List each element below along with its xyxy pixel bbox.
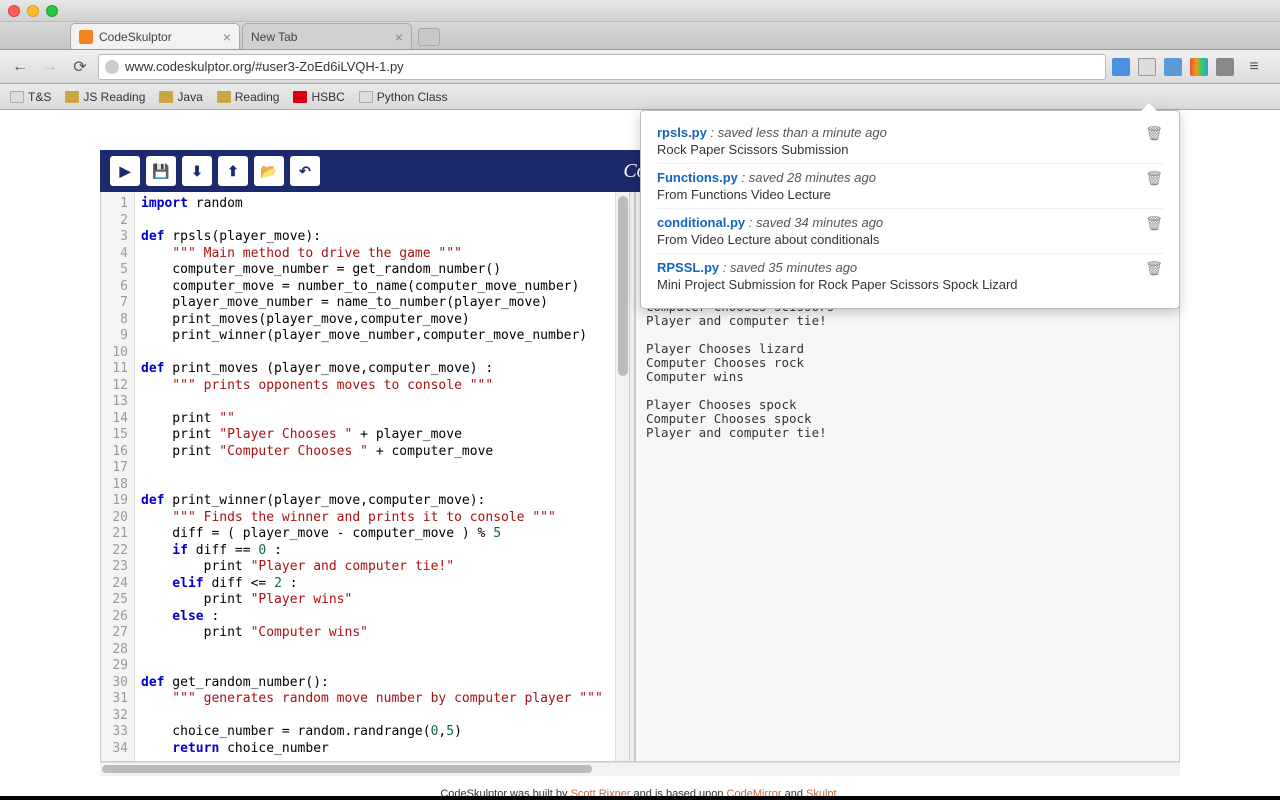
line-gutter: 1 2 3 4 5 6 7 8 9 10 11 12 13 14 15 16 1… [101,192,135,761]
folder-icon [65,91,79,103]
extension-icons: ≡ [1112,55,1272,79]
hsbc-icon [293,91,307,103]
popup-item[interactable]: RPSSL.py : saved 35 minutes ago Mini Pro… [657,254,1163,298]
mac-titlebar [0,0,1280,22]
folder-icon [217,91,231,103]
tab-title: New Tab [251,30,297,44]
bottom-bar [0,796,1280,800]
browser-tab-active[interactable]: CodeSkulptor × [70,23,240,49]
popup-file-name: conditional.py [657,215,745,230]
bookmark-label: Reading [235,90,280,104]
bookmark-item[interactable]: T&S [10,90,51,104]
scrollbar-thumb[interactable] [102,765,592,773]
favicon-icon [79,30,93,44]
popup-item[interactable]: conditional.py : saved 34 minutes ago Fr… [657,209,1163,254]
bookmark-label: Python Class [377,90,448,104]
bookmark-label: JS Reading [83,90,145,104]
run-button[interactable]: ▶ [110,156,140,186]
popup-time: : saved 34 minutes ago [745,215,883,230]
popup-item[interactable]: rpsls.py : saved less than a minute ago … [657,119,1163,164]
url-bar[interactable]: www.codeskulptor.org/#user3-ZoEd6iLVQH-1… [98,54,1106,80]
download-button[interactable]: ⬇ [182,156,212,186]
reload-button[interactable]: ⟳ [68,55,92,79]
upload-button[interactable]: ⬆ [218,156,248,186]
trash-icon[interactable]: 🗑 [1145,170,1163,187]
open-button[interactable]: 📂 [254,156,284,186]
tab-close-button[interactable]: × [395,29,403,45]
globe-icon [105,60,119,74]
browser-tab[interactable]: New Tab × [242,23,412,49]
popup-desc: From Functions Video Lecture [657,187,1163,202]
save-button[interactable]: 💾 [146,156,176,186]
wand-icon[interactable] [1216,58,1234,76]
trash-icon[interactable]: 🗑 [1145,215,1163,232]
popup-desc: From Video Lecture about conditionals [657,232,1163,247]
trash-icon[interactable]: 🗑 [1145,260,1163,277]
tab-title: CodeSkulptor [99,30,172,44]
bookmark-item[interactable]: Reading [217,90,280,104]
bookmark-label: HSBC [311,90,344,104]
bookmark-item[interactable]: JS Reading [65,90,145,104]
scrollbar-thumb[interactable] [618,196,628,376]
file-icon [10,91,24,103]
popup-desc: Rock Paper Scissors Submission [657,142,1163,157]
bookmark-item[interactable]: Python Class [359,90,448,104]
code-editor[interactable]: 1 2 3 4 5 6 7 8 9 10 11 12 13 14 15 16 1… [101,192,629,761]
window-minimize-button[interactable] [27,5,39,17]
window-close-button[interactable] [8,5,20,17]
bookmark-label: T&S [28,90,51,104]
tab-close-button[interactable]: × [223,29,231,45]
browser-tabbar: CodeSkulptor × New Tab × [0,22,1280,50]
back-button[interactable]: ← [8,55,32,79]
popup-time: : saved 35 minutes ago [719,260,857,275]
page-content: ▶ 💾 ⬇ ⬆ 📂 ↶ Cod 1 2 3 4 5 6 7 8 9 10 11 … [0,110,1280,800]
popup-file-name: RPSSL.py [657,260,719,275]
bookmark-item[interactable]: HSBC [293,90,344,104]
browser-navbar: ← → ⟳ www.codeskulptor.org/#user3-ZoEd6i… [0,50,1280,84]
forward-button[interactable]: → [38,55,62,79]
star-icon[interactable] [1138,58,1156,76]
color-extension-icon[interactable] [1190,58,1208,76]
url-text: www.codeskulptor.org/#user3-ZoEd6iLVQH-1… [125,59,404,74]
popup-item[interactable]: Functions.py : saved 28 minutes ago From… [657,164,1163,209]
bookmarks-bar: T&S JS Reading Java Reading HSBC Python … [0,84,1280,110]
popup-time: : saved less than a minute ago [707,125,887,140]
trash-icon[interactable]: 🗑 [1145,125,1163,142]
new-tab-button[interactable] [418,28,440,46]
folder-icon [159,91,173,103]
scrollbar-horizontal[interactable] [100,762,1180,776]
undo-button[interactable]: ↶ [290,156,320,186]
menu-button[interactable]: ≡ [1242,55,1266,79]
popup-file-name: Functions.py [657,170,738,185]
popup-file-name: rpsls.py [657,125,707,140]
bookmark-label: Java [177,90,202,104]
scrollbar-vertical[interactable] [615,192,629,761]
window-zoom-button[interactable] [46,5,58,17]
bookmark-item[interactable]: Java [159,90,202,104]
popup-time: : saved 28 minutes ago [738,170,876,185]
file-icon [359,91,373,103]
code-area[interactable]: import random def rpsls(player_move): ""… [135,192,629,761]
clock-icon[interactable] [1164,58,1182,76]
popup-desc: Mini Project Submission for Rock Paper S… [657,277,1163,292]
extension-popup: rpsls.py : saved less than a minute ago … [640,110,1180,309]
save-icon[interactable] [1112,58,1130,76]
